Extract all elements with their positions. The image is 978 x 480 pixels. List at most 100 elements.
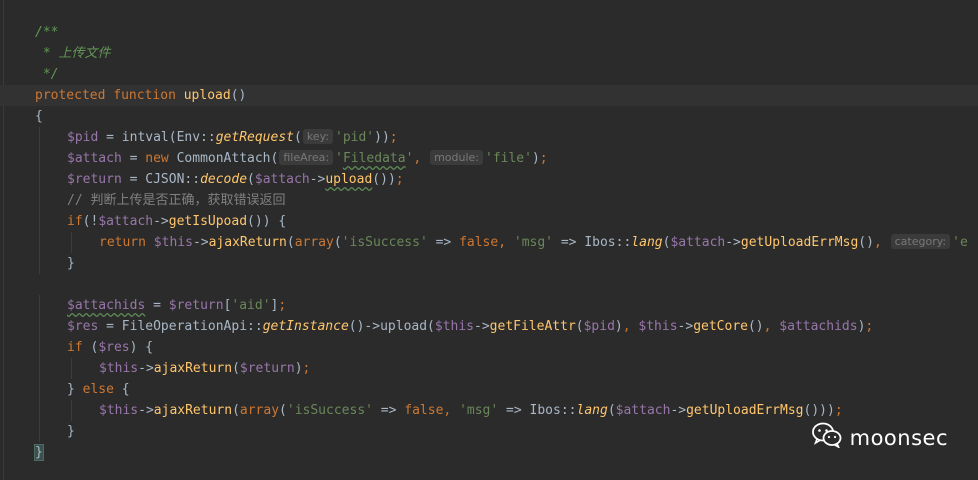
code-token: =>	[427, 235, 460, 250]
code-token: ,	[873, 235, 890, 250]
code-token: {	[121, 382, 130, 397]
code-text: $attachids = $return['aid'];	[67, 295, 286, 316]
indent-guide	[39, 190, 40, 211]
code-token: = FileOperationApi::	[98, 319, 263, 334]
code-token: $pid	[583, 319, 615, 334]
code-token: ->	[677, 319, 694, 334]
code-token: }	[67, 424, 75, 439]
code-line[interactable]: $this->ajaxReturn(array('isSuccess' => f…	[0, 400, 978, 421]
indent-guide	[39, 169, 40, 190]
code-token: ->	[138, 403, 154, 418]
code-token: $return	[67, 172, 122, 187]
code-token: /**	[35, 25, 59, 40]
code-token: ,	[622, 319, 639, 334]
code-line[interactable]	[0, 274, 978, 295]
indent-guide	[39, 253, 40, 274]
code-token: ,	[763, 319, 780, 334]
code-token: lang	[631, 235, 663, 250]
code-text: */	[35, 64, 59, 85]
parameter-hint: fileArea:	[279, 150, 334, 165]
code-token: $attach	[670, 235, 726, 250]
code-token: 'msg'	[459, 403, 499, 418]
code-token: 'e	[952, 235, 968, 250]
code-token: if	[67, 214, 83, 229]
code-token: (	[247, 172, 255, 187]
indent-guide	[39, 232, 40, 253]
code-token: = intval(Env::	[98, 130, 216, 145]
code-line[interactable]: // 判断上传是否正确，获取错误返回	[0, 190, 978, 211]
code-line[interactable]: return $this->ajaxReturn(array('isSucces…	[0, 232, 978, 253]
code-line[interactable]: }	[0, 253, 978, 274]
code-token: (	[279, 403, 287, 418]
code-text: $this->ajaxReturn(array('isSuccess' => f…	[99, 400, 843, 421]
code-token: 'msg'	[513, 235, 554, 250]
code-text: $attach = new CommonAttach(fileArea: 'Fil…	[67, 148, 548, 169]
code-token: getRequest	[215, 130, 294, 145]
code-line[interactable]: $pid = intval(Env::getRequest(key:'pid')…	[0, 127, 978, 148]
code-token: $this	[99, 361, 139, 376]
code-token: '	[335, 151, 343, 166]
code-token: ->	[474, 319, 490, 334]
code-line[interactable]: $attachids = $return['aid'];	[0, 295, 978, 316]
code-token: ) {	[129, 340, 154, 355]
code-token: $res	[67, 319, 99, 334]
code-token: )	[531, 151, 540, 166]
code-token: $return	[239, 361, 295, 376]
code-token: ->	[192, 235, 209, 250]
code-token: upload	[325, 172, 373, 187]
code-token: lang	[576, 403, 608, 418]
code-editor[interactable]: /** * 上传文件 */ protected function upload()…	[0, 0, 978, 480]
code-token: $res	[98, 340, 130, 355]
indent-guide	[39, 358, 40, 379]
code-token: )	[294, 361, 303, 376]
code-line[interactable]: * 上传文件	[0, 43, 978, 64]
parameter-hint: key:	[302, 129, 333, 144]
code-line[interactable]: */	[0, 64, 978, 85]
code-token: $attachids	[779, 319, 858, 334]
code-token: $attachids	[67, 298, 146, 313]
indent-guide	[39, 295, 40, 316]
code-text: protected function upload()	[35, 85, 246, 106]
code-token: else	[82, 382, 122, 397]
code-token: (	[232, 403, 240, 418]
code-line[interactable]: {	[0, 106, 978, 127]
code-token: ajaxReturn	[153, 403, 233, 418]
code-line[interactable]: if ($res) {	[0, 337, 978, 358]
code-token: array	[294, 235, 334, 250]
wechat-icon	[811, 422, 850, 453]
code-token: 'pid'	[335, 130, 375, 145]
code-line[interactable]: $attach = new CommonAttach(fileArea: 'Fil…	[0, 148, 978, 169]
code-token: Filedata	[342, 151, 406, 166]
code-line[interactable]: if(!$attach->getIsUpoad()) {	[0, 211, 978, 232]
code-token: $attach	[98, 214, 154, 229]
code-token: */	[35, 67, 59, 82]
code-token: ->	[725, 235, 741, 250]
code-token: (	[232, 361, 240, 376]
code-token: 'isSuccess'	[286, 403, 373, 418]
code-token: array	[239, 403, 280, 418]
code-token: function	[113, 88, 184, 103]
code-token: (	[575, 319, 584, 334]
code-line[interactable]: $this->ajaxReturn($return);	[0, 358, 978, 379]
indent-guide	[39, 316, 40, 337]
code-token: ,	[413, 151, 430, 166]
indent-guide	[39, 337, 40, 358]
code-token: false	[404, 403, 444, 418]
code-token: (	[333, 235, 342, 250]
code-line[interactable]: $res = FileOperationApi::getInstance()->…	[0, 316, 978, 337]
code-token: ->	[670, 403, 687, 418]
code-line[interactable]: $return = CJSON::decode($attach->upload(…	[0, 169, 978, 190]
watermark-text: moonsec	[849, 425, 948, 450]
code-token: (	[607, 403, 616, 418]
indent-guide	[39, 211, 40, 232]
indent-guide	[39, 148, 40, 169]
code-line[interactable]: protected function upload()	[0, 85, 978, 106]
code-line[interactable]: } else {	[0, 379, 978, 400]
code-line[interactable]: /**	[0, 22, 978, 43]
code-token: $this	[434, 319, 475, 334]
code-token: =	[145, 298, 169, 313]
indent-guide	[39, 379, 40, 400]
code-token: }	[67, 256, 75, 271]
code-token: => Ibos::	[498, 403, 577, 418]
parameter-hint: category:	[890, 234, 951, 249]
